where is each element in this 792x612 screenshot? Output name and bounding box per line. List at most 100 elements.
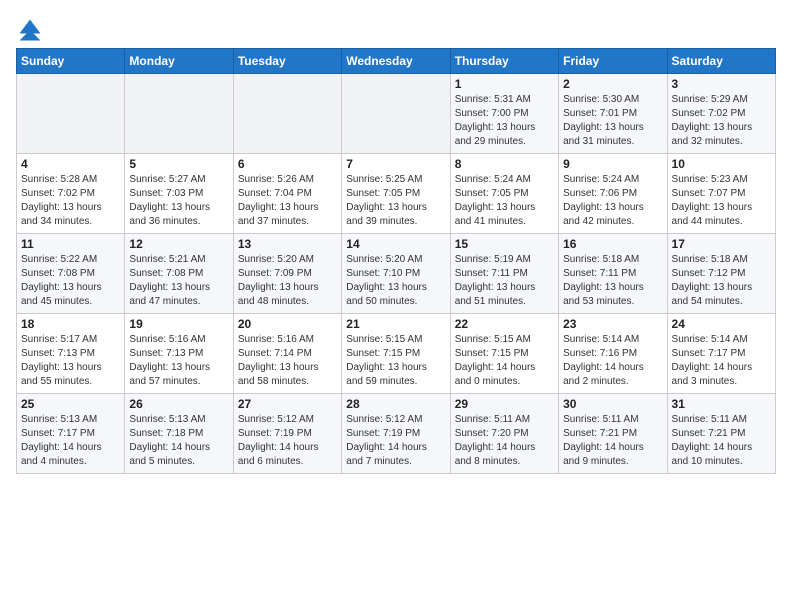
day-number: 14 [346, 237, 445, 251]
day-number: 23 [563, 317, 662, 331]
day-info: Sunrise: 5:30 AM Sunset: 7:01 PM Dayligh… [563, 93, 662, 149]
day-info: Sunrise: 5:31 AM Sunset: 7:00 PM Dayligh… [455, 93, 554, 149]
day-number: 31 [672, 397, 771, 411]
week-row-3: 11 Sunrise: 5:22 AM Sunset: 7:08 PM Dayli… [17, 234, 776, 314]
calendar-cell: 21 Sunrise: 5:15 AM Sunset: 7:15 PM Dayli… [342, 314, 450, 394]
calendar-cell: 7Sunrise: 5:25 AM Sunset: 7:05 PM Daylig… [342, 154, 450, 234]
day-info: Sunrise: 5:18 AM Sunset: 7:11 PM Dayligh… [563, 253, 662, 309]
day-number: 1 [455, 77, 554, 91]
day-number: 4 [21, 157, 120, 171]
day-info: Sunrise: 5:24 AM Sunset: 7:06 PM Dayligh… [563, 173, 662, 229]
week-row-2: 4 Sunrise: 5:28 AM Sunset: 7:02 PM Daylig… [17, 154, 776, 234]
calendar-cell: 23 Sunrise: 5:14 AM Sunset: 7:16 PM Dayli… [559, 314, 667, 394]
day-number: 29 [455, 397, 554, 411]
calendar-cell: 26Sunrise: 5:13 AM Sunset: 7:18 PM Dayli… [125, 394, 233, 474]
calendar-cell: 31 Sunrise: 5:11 AM Sunset: 7:21 PM Dayli… [667, 394, 775, 474]
calendar-cell: 13Sunrise: 5:20 AM Sunset: 7:09 PM Dayli… [233, 234, 341, 314]
calendar-cell: 20 Sunrise: 5:16 AM Sunset: 7:14 PM Dayli… [233, 314, 341, 394]
day-info: Sunrise: 5:23 AM Sunset: 7:07 PM Dayligh… [672, 173, 771, 229]
calendar-cell: 11 Sunrise: 5:22 AM Sunset: 7:08 PM Dayli… [17, 234, 125, 314]
week-row-4: 18 Sunrise: 5:17 AM Sunset: 7:13 PM Dayli… [17, 314, 776, 394]
day-info: Sunrise: 5:11 AM Sunset: 7:21 PM Dayligh… [563, 413, 662, 469]
day-number: 10 [672, 157, 771, 171]
day-number: 24 [672, 317, 771, 331]
page-header [16, 16, 776, 44]
day-number: 22 [455, 317, 554, 331]
day-number: 8 [455, 157, 554, 171]
day-info: Sunrise: 5:29 AM Sunset: 7:02 PM Dayligh… [672, 93, 771, 149]
day-info: Sunrise: 5:28 AM Sunset: 7:02 PM Dayligh… [21, 173, 120, 229]
day-number: 5 [129, 157, 228, 171]
calendar-cell: 5 Sunrise: 5:27 AM Sunset: 7:03 PM Daylig… [125, 154, 233, 234]
day-info: Sunrise: 5:13 AM Sunset: 7:18 PM Dayligh… [129, 413, 228, 469]
logo-icon [16, 16, 44, 44]
day-info: Sunrise: 5:17 AM Sunset: 7:13 PM Dayligh… [21, 333, 120, 389]
calendar-cell [342, 74, 450, 154]
day-number: 18 [21, 317, 120, 331]
calendar-cell: 30 Sunrise: 5:11 AM Sunset: 7:21 PM Dayli… [559, 394, 667, 474]
calendar-cell: 10 Sunrise: 5:23 AM Sunset: 7:07 PM Dayli… [667, 154, 775, 234]
day-info: Sunrise: 5:20 AM Sunset: 7:10 PM Dayligh… [346, 253, 445, 309]
day-info: Sunrise: 5:14 AM Sunset: 7:16 PM Dayligh… [563, 333, 662, 389]
day-info: Sunrise: 5:22 AM Sunset: 7:08 PM Dayligh… [21, 253, 120, 309]
day-number: 9 [563, 157, 662, 171]
calendar-cell [125, 74, 233, 154]
day-info: Sunrise: 5:26 AM Sunset: 7:04 PM Dayligh… [238, 173, 337, 229]
weekday-header-thursday: Thursday [450, 49, 558, 74]
calendar-cell: 12 Sunrise: 5:21 AM Sunset: 7:08 PM Dayli… [125, 234, 233, 314]
day-number: 20 [238, 317, 337, 331]
day-number: 12 [129, 237, 228, 251]
day-info: Sunrise: 5:27 AM Sunset: 7:03 PM Dayligh… [129, 173, 228, 229]
day-info: Sunrise: 5:13 AM Sunset: 7:17 PM Dayligh… [21, 413, 120, 469]
day-number: 17 [672, 237, 771, 251]
day-number: 30 [563, 397, 662, 411]
day-number: 7 [346, 157, 445, 171]
calendar-cell: 22 Sunrise: 5:15 AM Sunset: 7:15 PM Dayli… [450, 314, 558, 394]
day-info: Sunrise: 5:16 AM Sunset: 7:14 PM Dayligh… [238, 333, 337, 389]
day-number: 6 [238, 157, 337, 171]
day-info: Sunrise: 5:11 AM Sunset: 7:20 PM Dayligh… [455, 413, 554, 469]
weekday-header-monday: Monday [125, 49, 233, 74]
calendar-cell: 1 Sunrise: 5:31 AM Sunset: 7:00 PM Daylig… [450, 74, 558, 154]
weekday-header-friday: Friday [559, 49, 667, 74]
weekday-header-row: SundayMondayTuesdayWednesdayThursdayFrid… [17, 49, 776, 74]
day-number: 21 [346, 317, 445, 331]
calendar-cell: 6 Sunrise: 5:26 AM Sunset: 7:04 PM Daylig… [233, 154, 341, 234]
calendar-cell: 8 Sunrise: 5:24 AM Sunset: 7:05 PM Daylig… [450, 154, 558, 234]
day-info: Sunrise: 5:21 AM Sunset: 7:08 PM Dayligh… [129, 253, 228, 309]
day-info: Sunrise: 5:12 AM Sunset: 7:19 PM Dayligh… [238, 413, 337, 469]
calendar-cell: 24Sunrise: 5:14 AM Sunset: 7:17 PM Dayli… [667, 314, 775, 394]
day-info: Sunrise: 5:16 AM Sunset: 7:13 PM Dayligh… [129, 333, 228, 389]
weekday-header-saturday: Saturday [667, 49, 775, 74]
calendar-cell: 16 Sunrise: 5:18 AM Sunset: 7:11 PM Dayli… [559, 234, 667, 314]
day-info: Sunrise: 5:11 AM Sunset: 7:21 PM Dayligh… [672, 413, 771, 469]
calendar-cell: 14 Sunrise: 5:20 AM Sunset: 7:10 PM Dayli… [342, 234, 450, 314]
calendar-cell [233, 74, 341, 154]
day-number: 2 [563, 77, 662, 91]
day-number: 28 [346, 397, 445, 411]
calendar-cell: 28 Sunrise: 5:12 AM Sunset: 7:19 PM Dayli… [342, 394, 450, 474]
weekday-header-sunday: Sunday [17, 49, 125, 74]
day-number: 25 [21, 397, 120, 411]
day-number: 16 [563, 237, 662, 251]
calendar-cell: 18 Sunrise: 5:17 AM Sunset: 7:13 PM Dayli… [17, 314, 125, 394]
week-row-5: 25 Sunrise: 5:13 AM Sunset: 7:17 PM Dayli… [17, 394, 776, 474]
day-info: Sunrise: 5:24 AM Sunset: 7:05 PM Dayligh… [455, 173, 554, 229]
day-info: Sunrise: 5:19 AM Sunset: 7:11 PM Dayligh… [455, 253, 554, 309]
day-number: 3 [672, 77, 771, 91]
weekday-header-tuesday: Tuesday [233, 49, 341, 74]
logo [16, 16, 48, 44]
day-number: 15 [455, 237, 554, 251]
day-info: Sunrise: 5:15 AM Sunset: 7:15 PM Dayligh… [455, 333, 554, 389]
day-info: Sunrise: 5:12 AM Sunset: 7:19 PM Dayligh… [346, 413, 445, 469]
day-number: 11 [21, 237, 120, 251]
calendar-cell: 15 Sunrise: 5:19 AM Sunset: 7:11 PM Dayli… [450, 234, 558, 314]
day-info: Sunrise: 5:20 AM Sunset: 7:09 PM Dayligh… [238, 253, 337, 309]
day-number: 19 [129, 317, 228, 331]
calendar-cell: 27Sunrise: 5:12 AM Sunset: 7:19 PM Dayli… [233, 394, 341, 474]
calendar-cell: 17Sunrise: 5:18 AM Sunset: 7:12 PM Dayli… [667, 234, 775, 314]
day-info: Sunrise: 5:15 AM Sunset: 7:15 PM Dayligh… [346, 333, 445, 389]
calendar-cell: 3 Sunrise: 5:29 AM Sunset: 7:02 PM Daylig… [667, 74, 775, 154]
weekday-header-wednesday: Wednesday [342, 49, 450, 74]
calendar-cell: 25 Sunrise: 5:13 AM Sunset: 7:17 PM Dayli… [17, 394, 125, 474]
